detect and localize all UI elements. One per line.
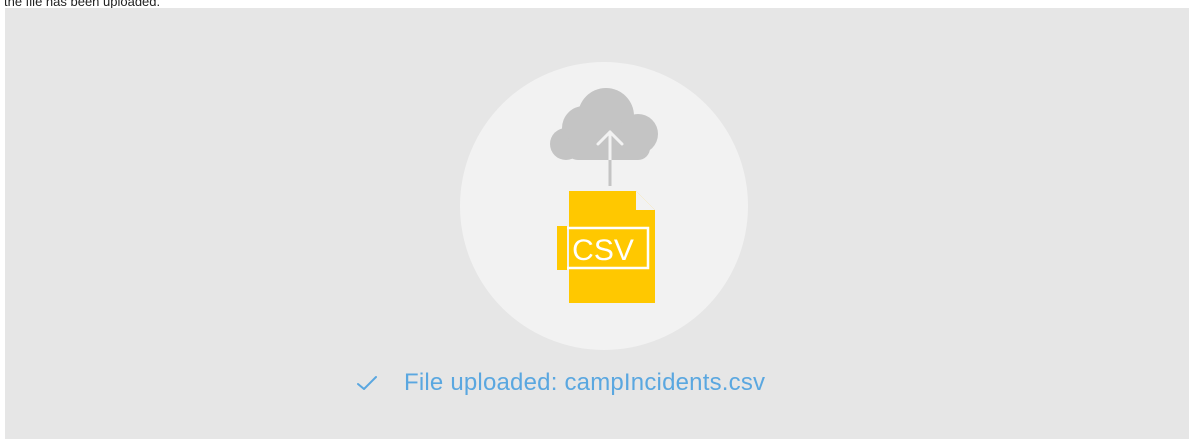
upload-status: File uploaded: campIncidents.csv bbox=[352, 366, 765, 400]
csv-upload-icon: CSV bbox=[550, 88, 658, 303]
csv-file-icon: CSV bbox=[557, 191, 655, 303]
upload-status-text: File uploaded: campIncidents.csv bbox=[404, 369, 766, 396]
cloud-icon bbox=[550, 88, 658, 160]
upload-illustration: CSV bbox=[460, 62, 748, 350]
upload-panel: CSV File uploaded: campIncidents.csv bbox=[5, 8, 1189, 439]
file-type-label: CSV bbox=[572, 234, 634, 267]
checkmark-icon bbox=[352, 368, 382, 398]
